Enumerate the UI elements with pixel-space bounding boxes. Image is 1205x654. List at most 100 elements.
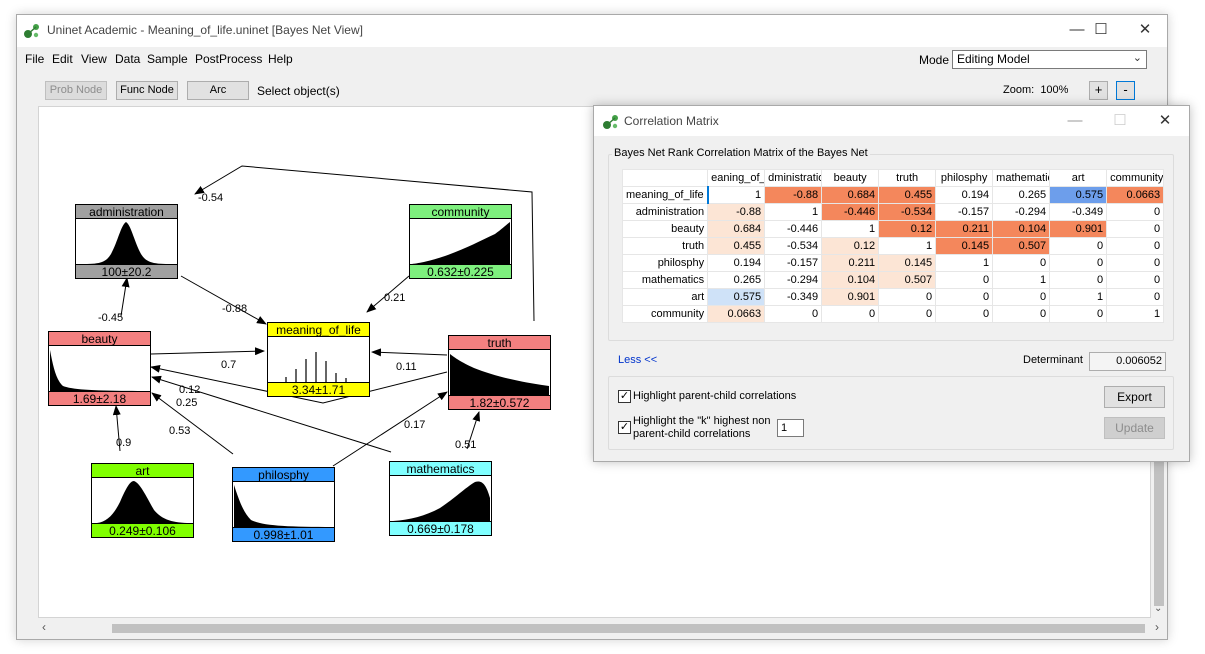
scroll-left-icon[interactable]: ‹ — [42, 620, 46, 634]
matrix-cell[interactable]: 0.455 — [878, 186, 937, 204]
matrix-cell[interactable]: 1 — [878, 237, 937, 255]
menu-sample[interactable]: Sample — [147, 52, 188, 66]
matrix-row-header[interactable]: philosphy — [621, 254, 709, 272]
arc-beauty-administration[interactable] — [120, 277, 130, 317]
matrix-cell[interactable]: 0.194 — [707, 254, 766, 272]
matrix-cell[interactable]: 0 — [1049, 305, 1108, 323]
matrix-cell[interactable]: -0.446 — [764, 220, 823, 238]
close-button[interactable]: ✕ — [1122, 15, 1168, 45]
zoom-out-button[interactable]: - — [1116, 81, 1135, 100]
prob-node-button[interactable]: Prob Node — [45, 81, 107, 100]
matrix-cell[interactable]: 1 — [935, 254, 994, 272]
matrix-cell[interactable]: 0 — [878, 288, 937, 306]
matrix-cell[interactable]: 0 — [935, 271, 994, 289]
matrix-row-header[interactable]: meaning_of_life — [621, 186, 709, 204]
node-community[interactable]: community 0.632±0.225 — [409, 204, 512, 279]
matrix-cell[interactable]: -0.294 — [992, 203, 1051, 221]
menu-edit[interactable]: Edit — [52, 52, 73, 66]
matrix-cell[interactable]: 0.12 — [821, 237, 880, 255]
correlation-matrix-table[interactable]: eaning_of_l dministratio beauty truth ph… — [621, 169, 1165, 323]
menu-help[interactable]: Help — [268, 52, 293, 66]
horizontal-scroll-thumb[interactable] — [112, 624, 1145, 633]
arc-button[interactable]: Arc — [187, 81, 249, 100]
arc-beauty-meaning[interactable] — [150, 347, 265, 356]
matrix-cell[interactable]: 0.0663 — [707, 305, 766, 323]
func-node-button[interactable]: Func Node — [116, 81, 178, 100]
matrix-cell[interactable]: 0.901 — [1049, 220, 1108, 238]
matrix-col-header[interactable]: philosphy — [935, 169, 994, 187]
matrix-cell[interactable]: 1 — [1106, 305, 1165, 323]
matrix-cell[interactable]: 0 — [1106, 203, 1165, 221]
matrix-cell[interactable]: 0 — [992, 305, 1051, 323]
matrix-cell[interactable]: -0.534 — [878, 203, 937, 221]
matrix-cell[interactable]: 0.211 — [935, 220, 994, 238]
matrix-cell[interactable]: 0.901 — [821, 288, 880, 306]
matrix-cell[interactable]: 0 — [1049, 254, 1108, 272]
update-button[interactable]: Update — [1104, 417, 1165, 439]
arc-administration-meaning[interactable] — [180, 275, 267, 325]
vertical-scroll-thumb[interactable] — [1154, 446, 1164, 606]
matrix-col-header[interactable]: dministratio — [764, 169, 823, 187]
maximize-button[interactable]: ☐ — [1078, 15, 1124, 45]
arc-truth-meaning[interactable] — [371, 348, 448, 357]
matrix-cell[interactable]: 0.145 — [935, 237, 994, 255]
matrix-cell[interactable]: 0.104 — [992, 220, 1051, 238]
matrix-cell[interactable]: 0 — [1049, 271, 1108, 289]
matrix-cell[interactable]: -0.534 — [764, 237, 823, 255]
matrix-cell[interactable]: 0.0663 — [1106, 186, 1165, 204]
corr-minimize-button[interactable]: — — [1052, 106, 1098, 136]
matrix-cell[interactable]: 0 — [764, 305, 823, 323]
matrix-row-header[interactable]: truth — [621, 237, 709, 255]
matrix-cell[interactable]: 0 — [1106, 288, 1165, 306]
export-button[interactable]: Export — [1104, 386, 1165, 408]
matrix-cell[interactable]: 1 — [1049, 288, 1108, 306]
node-mathematics[interactable]: mathematics 0.669±0.178 — [389, 461, 492, 536]
node-truth[interactable]: truth 1.82±0.572 — [448, 335, 551, 410]
matrix-cell[interactable]: 0 — [1049, 237, 1108, 255]
matrix-cell[interactable]: 0.12 — [878, 220, 937, 238]
matrix-cell[interactable]: 0.265 — [707, 271, 766, 289]
highlight-k-highest-checkbox[interactable]: ✓ — [618, 421, 631, 434]
matrix-cell[interactable]: 1 — [821, 220, 880, 238]
node-beauty[interactable]: beauty 1.69±2.18 — [48, 331, 151, 406]
matrix-col-header[interactable]: mathematics — [992, 169, 1051, 187]
matrix-row-header[interactable]: community — [621, 305, 709, 323]
horizontal-scrollbar[interactable]: ‹ › — [38, 620, 1167, 637]
zoom-in-button[interactable]: + — [1089, 81, 1108, 100]
less-link[interactable]: Less << — [618, 354, 657, 366]
matrix-cell[interactable]: 0 — [821, 305, 880, 323]
arc-philosphy-truth[interactable] — [332, 391, 448, 467]
menu-postprocess[interactable]: PostProcess — [195, 52, 262, 66]
matrix-cell[interactable]: 1 — [764, 203, 823, 221]
matrix-row-header[interactable]: beauty — [621, 220, 709, 238]
matrix-cell[interactable]: -0.349 — [764, 288, 823, 306]
matrix-col-header[interactable]: truth — [878, 169, 937, 187]
matrix-cell[interactable]: 0 — [992, 254, 1051, 272]
matrix-cell[interactable]: 0.507 — [878, 271, 937, 289]
matrix-col-header[interactable]: beauty — [821, 169, 880, 187]
corr-maximize-button[interactable]: ☐ — [1097, 106, 1143, 136]
matrix-cell[interactable]: 0 — [1106, 271, 1165, 289]
matrix-cell[interactable]: -0.349 — [1049, 203, 1108, 221]
matrix-cell[interactable]: 0.265 — [992, 186, 1051, 204]
k-value-input[interactable]: 1 — [777, 419, 804, 437]
scroll-right-icon[interactable]: › — [1155, 620, 1159, 634]
menu-file[interactable]: File — [25, 52, 44, 66]
matrix-cell[interactable]: 0 — [935, 288, 994, 306]
matrix-cell[interactable]: 0 — [935, 305, 994, 323]
matrix-cell[interactable]: 0.575 — [1049, 186, 1108, 204]
matrix-col-header[interactable]: art — [1049, 169, 1108, 187]
matrix-cell[interactable]: -0.446 — [821, 203, 880, 221]
matrix-cell[interactable]: 0 — [992, 288, 1051, 306]
matrix-col-header[interactable]: eaning_of_l — [707, 169, 766, 187]
matrix-col-header[interactable]: community — [1106, 169, 1165, 187]
matrix-cell[interactable]: 0.104 — [821, 271, 880, 289]
matrix-cell[interactable]: 0 — [878, 305, 937, 323]
node-art[interactable]: art 0.249±0.106 — [91, 463, 194, 538]
node-administration[interactable]: administration 100±20.2 — [75, 204, 178, 279]
mode-select[interactable]: Editing Model ⌄ — [952, 50, 1147, 69]
matrix-cell[interactable]: 0.684 — [821, 186, 880, 204]
highlight-parent-child-checkbox[interactable]: ✓ — [618, 390, 631, 403]
menu-data[interactable]: Data — [115, 52, 140, 66]
node-philosphy[interactable]: philosphy 0.998±1.01 — [232, 467, 335, 542]
